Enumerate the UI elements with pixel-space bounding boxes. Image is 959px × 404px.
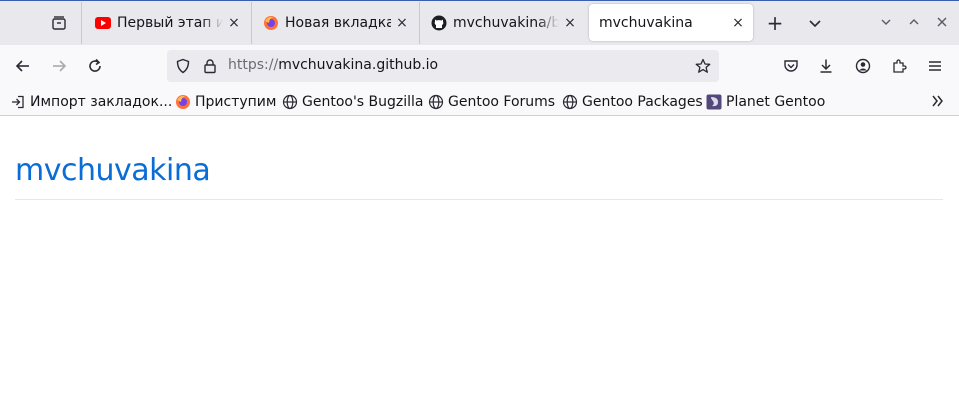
bookmark-gentoo-bugzilla[interactable]: Gentoo's Bugzilla: [282, 92, 424, 112]
tab-close-button[interactable]: ×: [223, 12, 245, 34]
globe-icon: [562, 94, 578, 110]
tracking-protection-shield-icon[interactable]: [173, 56, 193, 76]
tab-title: mvchuvakina/blog: [453, 14, 559, 31]
youtube-icon: [95, 15, 111, 31]
tab-youtube[interactable]: Первый этап индексации ×: [85, 4, 249, 41]
bookmarks-overflow-button[interactable]: [928, 91, 948, 111]
new-tab-button[interactable]: +: [761, 10, 789, 36]
bookmark-import[interactable]: Импорт закладок...: [10, 92, 172, 112]
url-protocol: https://: [228, 57, 279, 73]
account-icon: [855, 58, 871, 74]
bookmark-label: Planet Gentoo: [726, 94, 826, 110]
browser-window: Первый этап индексации × Новая вкладка ×…: [0, 0, 959, 404]
forward-button[interactable]: [46, 53, 72, 79]
extensions-button[interactable]: [886, 53, 912, 79]
minimize-icon: [881, 19, 891, 25]
lock-icon[interactable]: [200, 56, 220, 76]
tab-separator: [419, 2, 420, 44]
address-bar[interactable]: https://mvchuvakina.github.io: [167, 50, 719, 82]
header-divider: [15, 199, 943, 200]
bookmark-label: Импорт закладок...: [30, 94, 173, 110]
tab-mvchuvakina[interactable]: mvchuvakina ×: [589, 4, 753, 41]
tab-github[interactable]: mvchuvakina/blog ×: [421, 4, 585, 41]
firefox-icon: [175, 94, 191, 110]
globe-icon: [428, 94, 444, 110]
bookmark-label: Gentoo Packages: [582, 94, 703, 110]
tab-close-button[interactable]: ×: [391, 12, 413, 34]
puzzle-icon: [893, 59, 907, 73]
url-host: mvchuvakina.github.io: [278, 57, 439, 73]
bookmarks-toolbar: Импорт закладок... Приступим Gentoo's Bu…: [0, 87, 959, 116]
tab-close-button[interactable]: ×: [559, 12, 581, 34]
firefox-view-icon: [52, 16, 66, 30]
site-title-link[interactable]: mvchuvakina: [15, 153, 211, 188]
app-menu-button[interactable]: [922, 53, 948, 79]
tab-close-button[interactable]: ×: [727, 12, 749, 34]
url-text[interactable]: https://mvchuvakina.github.io: [228, 57, 438, 73]
navigation-toolbar: https://mvchuvakina.github.io: [0, 45, 959, 87]
bookmark-gentoo-forums[interactable]: Gentoo Forums: [428, 92, 555, 112]
bookmark-getting-started[interactable]: Приступим: [175, 92, 276, 112]
hamburger-menu-icon: [929, 61, 941, 71]
globe-icon: [282, 94, 298, 110]
tab-title: Первый этап индексации: [117, 14, 223, 31]
maximize-button[interactable]: [904, 12, 924, 32]
tab-title: mvchuvakina: [599, 14, 693, 31]
github-icon: [431, 15, 447, 31]
firefox-icon: [263, 15, 279, 31]
planet-gentoo-icon: [706, 94, 722, 110]
bookmark-label: Приступим: [195, 94, 277, 110]
import-icon: [10, 94, 26, 110]
chevron-double-right-icon: [932, 95, 943, 107]
tab-separator: [251, 2, 252, 44]
download-icon: [820, 59, 832, 73]
page-content: mvchuvakina: [0, 117, 959, 404]
pocket-button[interactable]: [778, 53, 804, 79]
list-all-tabs-button[interactable]: [801, 10, 829, 36]
maximize-icon: [909, 19, 919, 25]
tab-separator: [81, 2, 82, 44]
back-button[interactable]: [10, 53, 36, 79]
reload-icon: [89, 58, 101, 72]
tab-strip: Первый этап индексации × Новая вкладка ×…: [0, 0, 959, 45]
bookmark-label: Gentoo's Bugzilla: [302, 94, 424, 110]
bookmark-label: Gentoo Forums: [448, 94, 556, 110]
close-window-button[interactable]: [932, 12, 952, 32]
minimize-button[interactable]: [876, 12, 896, 32]
arrow-left-icon: [15, 60, 29, 72]
tab-title: Новая вкладка: [285, 14, 391, 31]
window-accent-line: [0, 0, 959, 1]
account-button[interactable]: [850, 53, 876, 79]
firefox-view-button[interactable]: [45, 10, 73, 36]
downloads-button[interactable]: [813, 53, 839, 79]
reload-button[interactable]: [82, 53, 108, 79]
bookmark-gentoo-packages[interactable]: Gentoo Packages: [562, 92, 703, 112]
bookmark-planet-gentoo[interactable]: Planet Gentoo: [706, 92, 825, 112]
chevron-down-icon: [809, 20, 821, 28]
close-icon: [937, 17, 947, 27]
arrow-right-icon: [53, 60, 67, 72]
pocket-icon: [784, 60, 798, 72]
tab-new-tab[interactable]: Новая вкладка ×: [253, 4, 417, 41]
bookmark-star-icon[interactable]: [693, 56, 713, 76]
